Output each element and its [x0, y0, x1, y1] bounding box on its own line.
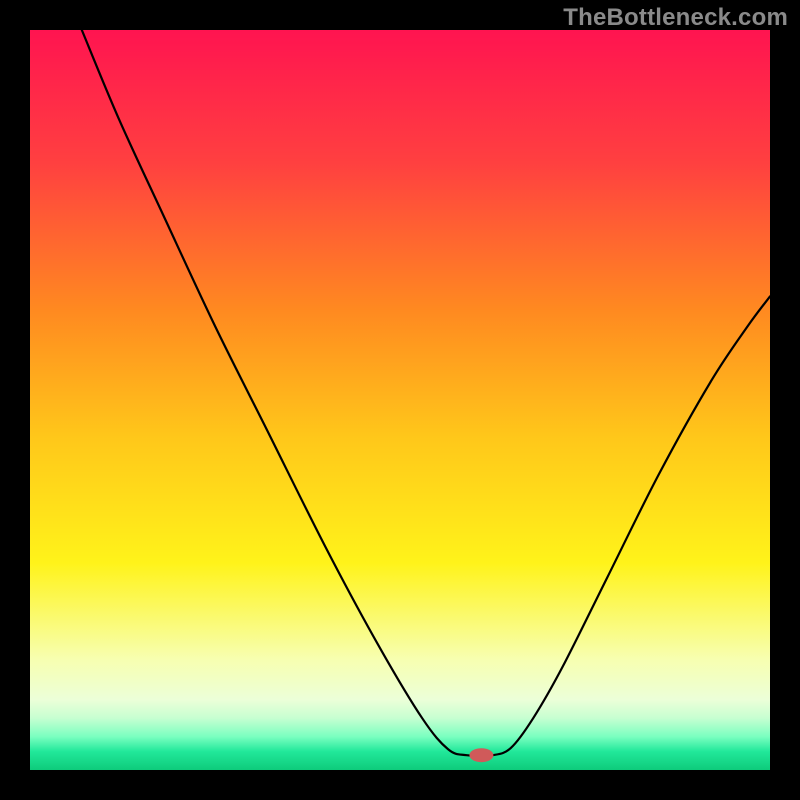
optimal-marker — [469, 748, 493, 762]
watermark-text: TheBottleneck.com — [563, 4, 788, 32]
chart-frame: TheBottleneck.com — [0, 0, 800, 800]
plot-area — [30, 30, 770, 770]
plot-svg — [30, 30, 770, 770]
gradient-background — [30, 30, 770, 770]
